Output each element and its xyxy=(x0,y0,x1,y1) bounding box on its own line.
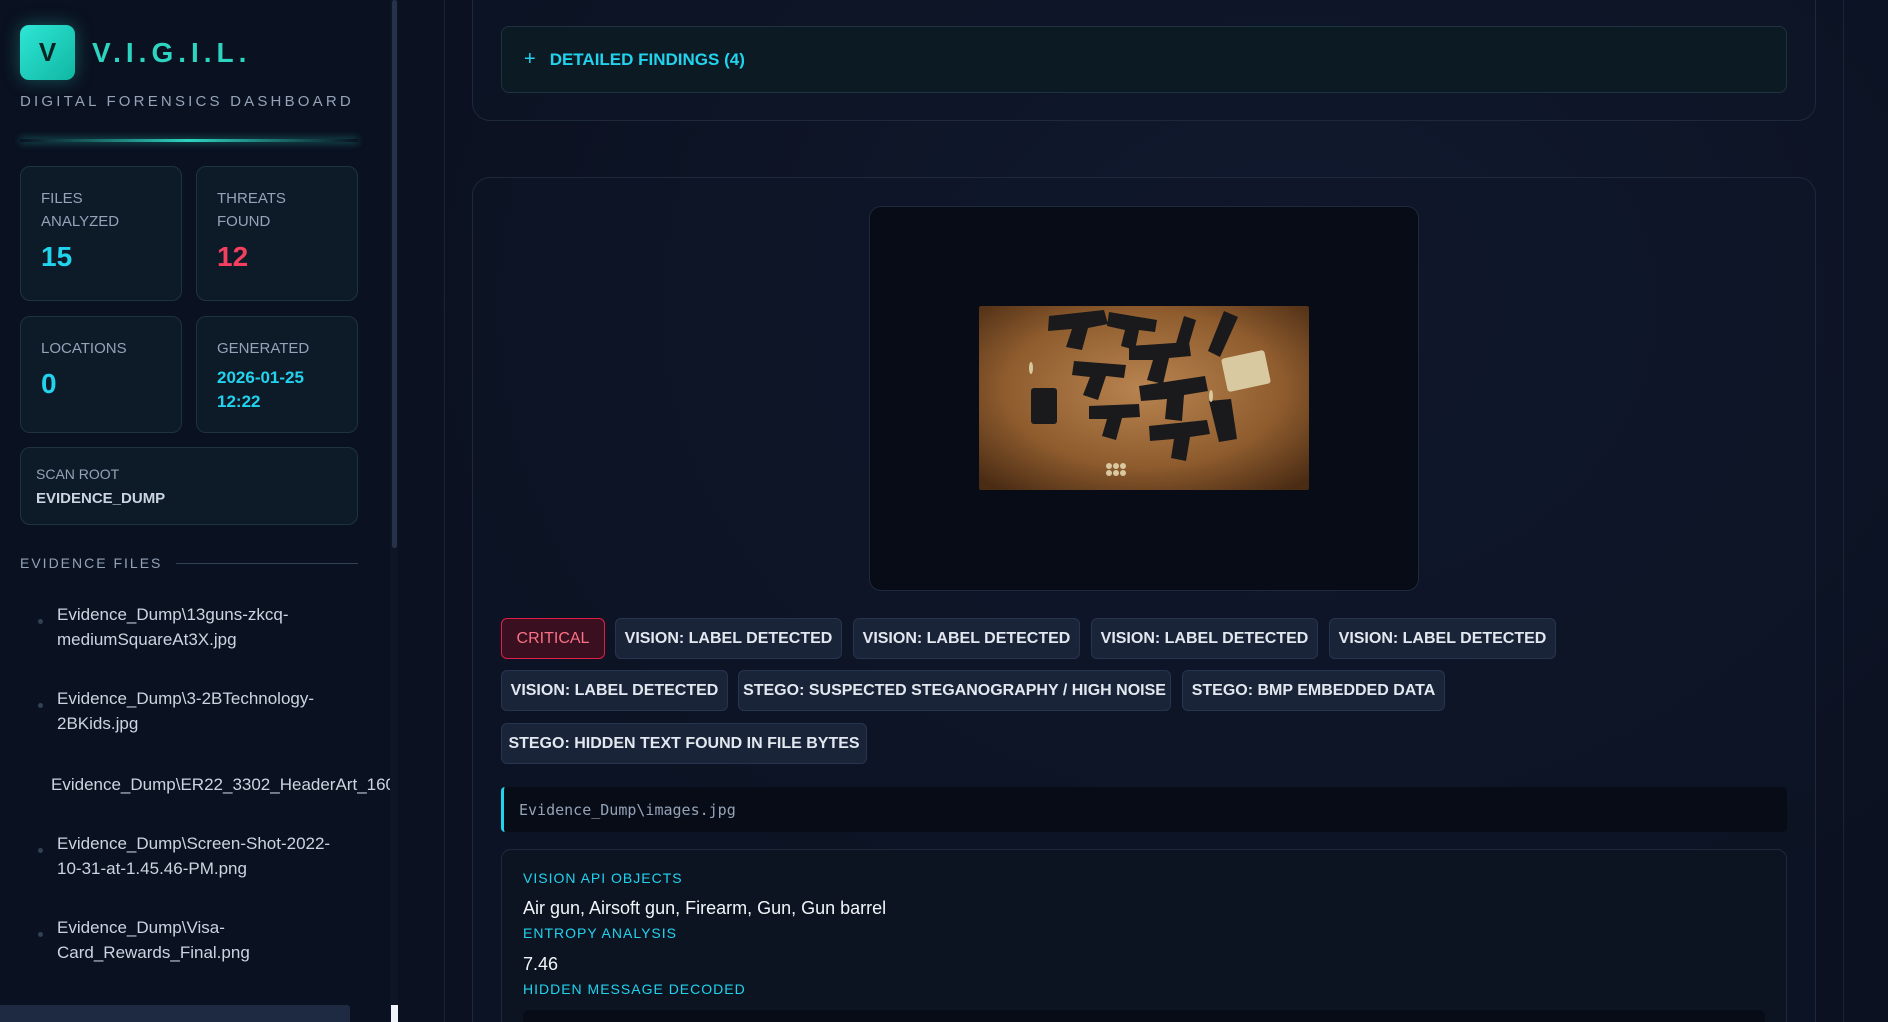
evidence-files-rule xyxy=(176,562,358,564)
file-name-line: 10-31-at-1.45.46-PM.png xyxy=(57,859,247,878)
evidence-file-item[interactable]: Evidence_Dump\Screen-Shot-2022- 10-31-at… xyxy=(38,831,330,881)
finding-tag: STEGO: HIDDEN TEXT FOUND IN FILE BYTES xyxy=(501,723,867,764)
evidence-file-name: Evidence_Dump\Screen-Shot-2022- 10-31-at… xyxy=(57,831,330,881)
evidence-file-name: Evidence_Dump\ER22_3302_HeaderArt_1600x9 xyxy=(51,772,398,797)
evidence-file-item[interactable]: Evidence_Dump\13guns-zkcq- mediumSquareA… xyxy=(38,602,289,652)
hidden-message-label: HIDDEN MESSAGE DECODED xyxy=(523,981,746,997)
stat-value: 0 xyxy=(41,368,57,399)
stat-value: 12 xyxy=(217,241,249,272)
finding-tag: STEGO: BMP EMBEDDED DATA xyxy=(1182,670,1445,711)
evidence-files-header: EVIDENCE FILES xyxy=(20,555,358,571)
stat-locations: LOCATIONS 0 xyxy=(20,316,182,433)
vision-api-label: VISION API OBJECTS xyxy=(523,870,683,886)
file-name-line: Evidence_Dump\ER22_3302_HeaderArt_1600x9 xyxy=(51,775,398,794)
scan-root: SCAN ROOT EVIDENCE_DUMP xyxy=(20,447,358,525)
file-name-line: Evidence_Dump\Visa- xyxy=(57,918,225,937)
file-name-line: Evidence_Dump\13guns-zkcq- xyxy=(57,605,289,624)
evidence-file-name: Evidence_Dump\Visa- Card_Rewards_Final.p… xyxy=(57,915,250,965)
plus-icon: + xyxy=(524,48,536,70)
file-name-line: 2BKids.jpg xyxy=(57,714,139,733)
severity-badge-critical: CRITICAL xyxy=(501,618,605,659)
scrollbar-corner xyxy=(391,1005,398,1022)
file-name-line: Evidence_Dump\3-2BTechnology- xyxy=(57,689,315,708)
sidebar-content: V V.I.G.I.L. DIGITAL FORENSICS DASHBOARD… xyxy=(0,0,398,1022)
file-path: Evidence_Dump\images.jpg xyxy=(501,787,1787,832)
finding-tag: STEGO: SUSPECTED STEGANOGRAPHY / HIGH NO… xyxy=(738,670,1171,711)
stat-value: 2026-01-25 12:22 xyxy=(217,366,337,414)
stat-label: FILES ANALYZED xyxy=(41,190,120,230)
evidence-file-item[interactable]: Evidence_Dump\ER22_3302_HeaderArt_1600x9 xyxy=(51,772,398,797)
firearms-photo xyxy=(979,306,1309,490)
entropy-label: ENTROPY ANALYSIS xyxy=(523,925,677,941)
detailed-findings-label: DETAILED FINDINGS (4) xyxy=(549,49,745,69)
brand-subtitle: DIGITAL FORENSICS DASHBOARD xyxy=(20,93,354,110)
finding-tag: VISION: LABEL DETECTED xyxy=(1329,618,1556,659)
scan-root-value: EVIDENCE_DUMP xyxy=(36,490,166,507)
finding-tag: VISION: LABEL DETECTED xyxy=(853,618,1080,659)
hidden-message-box xyxy=(523,1010,1765,1022)
bullet-icon xyxy=(38,703,43,708)
brand: V V.I.G.I.L. xyxy=(20,25,251,80)
brand-logo: V xyxy=(20,25,75,80)
file-name-line: mediumSquareAt3X.jpg xyxy=(57,630,237,649)
bullet-icon xyxy=(38,619,43,624)
brand-name: V.I.G.I.L. xyxy=(92,36,252,68)
file-name-line: Evidence_Dump\Screen-Shot-2022- xyxy=(57,834,331,853)
finding-tag: VISION: LABEL DETECTED xyxy=(1091,618,1318,659)
stat-value: 15 xyxy=(41,241,73,272)
bullet-icon xyxy=(38,932,43,937)
evidence-file-item[interactable]: Evidence_Dump\Visa- Card_Rewards_Final.p… xyxy=(38,915,250,965)
evidence-file-name: Evidence_Dump\3-2BTechnology- 2BKids.jpg xyxy=(57,686,314,736)
evidence-file-name: Evidence_Dump\13guns-zkcq- mediumSquareA… xyxy=(57,602,289,652)
evidence-image[interactable] xyxy=(979,306,1309,490)
bullet-icon xyxy=(38,848,43,853)
entropy-value: 7.46 xyxy=(523,954,559,974)
detailed-findings-toggle[interactable]: + DETAILED FINDINGS (4) xyxy=(501,26,1787,93)
finding-tag: VISION: LABEL DETECTED xyxy=(501,670,728,711)
file-name-line: Card_Rewards_Final.png xyxy=(57,943,250,962)
finding-tag: VISION: LABEL DETECTED xyxy=(615,618,842,659)
stat-label: GENERATED xyxy=(217,340,310,357)
content-frame-left xyxy=(444,0,445,1022)
stat-generated: GENERATED 2026-01-25 12:22 xyxy=(196,316,358,433)
stat-files-analyzed: FILES ANALYZED 15 xyxy=(20,166,182,301)
stat-label: THREATS FOUND xyxy=(217,190,286,230)
stat-label: LOCATIONS xyxy=(41,340,127,357)
content-frame-right xyxy=(1843,0,1844,1022)
sidebar: V V.I.G.I.L. DIGITAL FORENSICS DASHBOARD… xyxy=(0,0,398,1022)
generated-time: 12:22 xyxy=(217,392,261,411)
sidebar-horizontal-scrollbar[interactable] xyxy=(0,1005,350,1022)
sidebar-scrollbar-thumb[interactable] xyxy=(392,0,397,548)
evidence-files-title: EVIDENCE FILES xyxy=(20,555,163,571)
scan-root-label: SCAN ROOT xyxy=(36,466,120,482)
stat-threats-found: THREATS FOUND 12 xyxy=(196,166,358,301)
vision-api-value: Air gun, Airsoft gun, Firearm, Gun, Gun … xyxy=(523,898,887,918)
generated-date: 2026-01-25 xyxy=(217,368,304,387)
brand-divider xyxy=(20,139,358,142)
evidence-file-item[interactable]: Evidence_Dump\3-2BTechnology- 2BKids.jpg xyxy=(38,686,314,736)
